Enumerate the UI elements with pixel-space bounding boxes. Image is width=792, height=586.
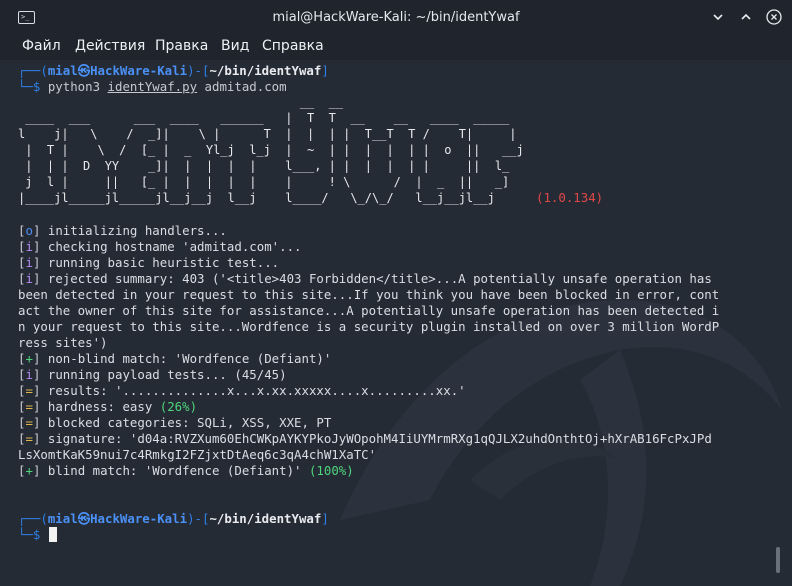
output-line: [o] initializing handlers... [18, 223, 227, 238]
output-line: [i] running basic heuristic test... [18, 255, 280, 270]
output-line: [+] non-blind match: 'Wordfence (Defiant… [18, 351, 332, 366]
banner-line: | T | \ / [_ | _ Yl_j l_j | ~ | | | | | … [18, 143, 524, 157]
menu-help[interactable]: Справка [262, 38, 324, 54]
close-icon[interactable] [766, 9, 782, 25]
scrollbar-handle[interactable] [776, 547, 780, 573]
output-line: [i] checking hostname 'admitad.com'... [18, 239, 302, 254]
banner-line: ____ ___ ___ ____ ______ | T T __ __ ___… [18, 111, 510, 125]
maximize-icon[interactable] [738, 9, 754, 25]
menu-file[interactable]: Файл [22, 38, 61, 54]
menu-edit[interactable]: Правка [155, 38, 208, 54]
menu-view[interactable]: Вид [221, 38, 249, 54]
output-line: act the owner of this site for assistanc… [18, 303, 720, 318]
output-line: [=] signature: 'd04a:RVZXum60EhCWKpAYKYP… [18, 431, 712, 446]
identywaf-banner: __ __ ____ ___ ___ ____ ______ | T T __ … [18, 94, 618, 206]
output-line: [=] results: '..............x...x.xx.xxx… [18, 383, 466, 398]
menu-bar: Файл Действия Правка Вид Справка [0, 34, 792, 60]
output-line: [=] blocked categories: SQLi, XSS, XXE, … [18, 415, 332, 430]
menu-actions[interactable]: Действия [75, 38, 145, 54]
terminal-area[interactable]: ┌──(mial㉿HackWare-Kali)-[~/bin/identYwaf… [0, 60, 792, 586]
banner-line: | | | D YY _]| | | | | l___, | | | | | |… [18, 159, 510, 173]
banner-line: l j| \ / _]| \ | T | | | | T__T T / T| | [18, 127, 517, 141]
output-line: n your request to this site...Wordfence … [18, 319, 720, 334]
banner-line: |____jl_____jl_____jl__j__j l__j l____/ … [18, 191, 495, 205]
input-prompt: └─$ [18, 527, 48, 542]
output-line: LsXomtKaK59nui7c4RmkgI2FZjxtDtAeq6c3qA4c… [18, 447, 377, 462]
output-line: [i] running payload tests... (45/45) [18, 367, 287, 382]
output-line: [+] blind match: 'Wordfence (Defiant)' (… [18, 463, 354, 478]
output-line: ress sites') [18, 335, 108, 350]
window-title: mial@HackWare-Kali: ~/bin/identYwaf [272, 10, 520, 25]
command-line: └─$ python3 identYwaf.py admitad.com [18, 79, 287, 94]
terminal-window: >_ mial@HackWare-Kali: ~/bin/identYwaf Ф… [0, 0, 792, 586]
prompt-line-top: ┌──(mial㉿HackWare-Kali)-[~/bin/identYwaf… [18, 63, 329, 78]
title-bar: >_ mial@HackWare-Kali: ~/bin/identYwaf [0, 0, 792, 34]
output-line: [=] hardness: easy (26%) [18, 399, 198, 414]
banner-line: j l | || [_ | | | | | | ! \ / | _ || _] [18, 175, 510, 189]
banner-line: __ __ [18, 95, 344, 109]
text-cursor [49, 527, 57, 542]
minimize-icon[interactable] [710, 9, 726, 25]
version-label: (1.0.134) [536, 190, 604, 205]
prompt-line-top: ┌──(mial㉿HackWare-Kali)-[~/bin/identYwaf… [18, 511, 329, 526]
output-line: [i] rejected summary: 403 ('<title>403 F… [18, 271, 712, 286]
output-line: been detected in your request to this si… [18, 287, 720, 302]
